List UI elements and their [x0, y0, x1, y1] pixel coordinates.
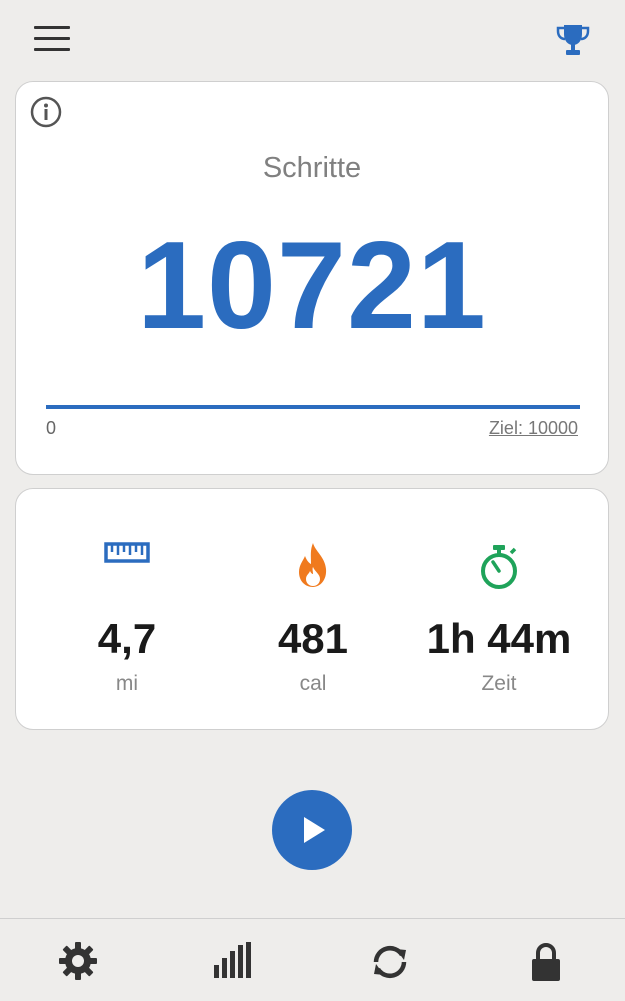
progress-min-label: 0	[46, 418, 57, 438]
hamburger-menu-icon[interactable]	[34, 26, 70, 54]
top-bar	[0, 0, 625, 80]
trophy-icon[interactable]	[553, 22, 593, 58]
lock-icon	[532, 943, 560, 981]
stopwatch-icon	[477, 543, 521, 596]
calories-value: 481	[277, 615, 349, 662]
nav-settings[interactable]	[0, 919, 156, 1001]
steps-count: 10721	[137, 217, 487, 355]
flame-icon	[295, 541, 331, 594]
nav-lock[interactable]	[468, 919, 624, 1001]
stat-distance: 4,7 mi	[28, 489, 226, 731]
nav-statistics[interactable]	[156, 919, 312, 1001]
time-value: 1h 44m	[426, 615, 572, 662]
bar-chart-icon	[214, 942, 251, 978]
steps-progress-fill	[46, 405, 580, 409]
time-unit: Zeit	[481, 672, 517, 695]
steps-progress-bar	[46, 405, 580, 409]
stat-calories: 481 cal	[214, 489, 412, 731]
bottom-navigation	[0, 918, 625, 1001]
goal-link[interactable]: Ziel: 10000	[489, 418, 578, 439]
info-icon[interactable]	[30, 96, 62, 128]
stat-time: 1h 44m Zeit	[400, 489, 598, 731]
stats-card: 4,7 mi 481 cal 1h 44m Zeit	[15, 488, 609, 730]
play-icon	[304, 817, 325, 843]
distance-value: 4,7	[97, 615, 157, 662]
ruler-icon	[104, 541, 150, 570]
nav-reset[interactable]	[312, 919, 468, 1001]
refresh-icon	[373, 945, 407, 979]
steps-card: Schritte 10721 0 Ziel: 10000	[15, 81, 609, 475]
steps-label: Schritte	[262, 152, 362, 184]
distance-unit: mi	[115, 672, 139, 695]
play-button[interactable]	[272, 790, 352, 870]
gear-icon	[59, 942, 97, 980]
calories-unit: cal	[299, 672, 327, 695]
